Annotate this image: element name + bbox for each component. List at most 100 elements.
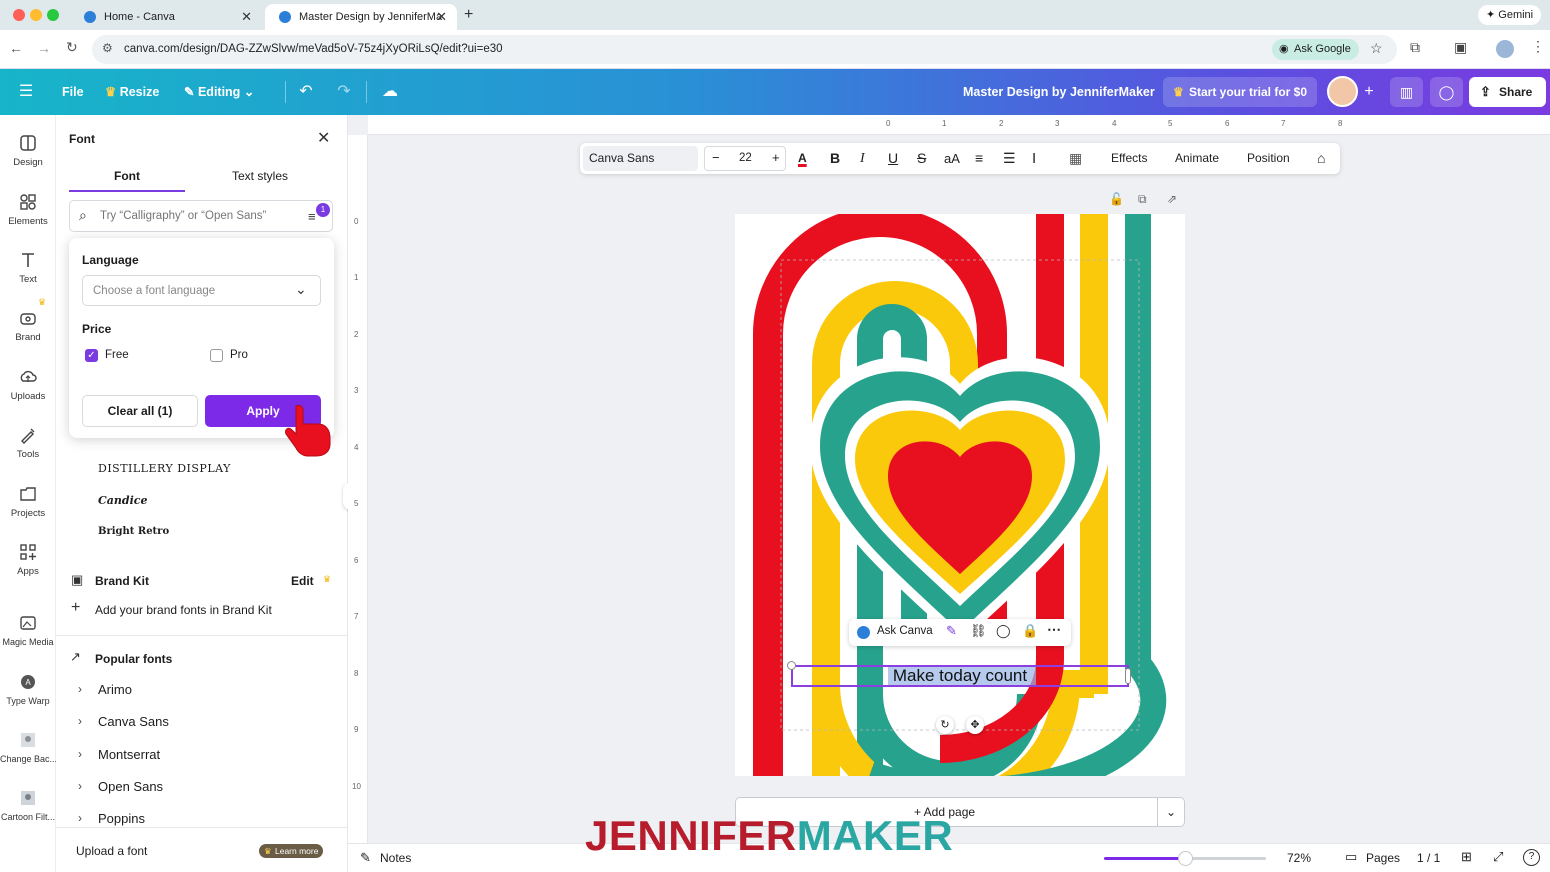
close-window-button[interactable]: [13, 9, 25, 21]
redo-icon[interactable]: ↷: [334, 82, 354, 102]
bold-icon[interactable]: B: [830, 143, 840, 174]
design-page[interactable]: [735, 214, 1185, 776]
filter-icon[interactable]: ≡: [308, 209, 316, 224]
clear-all-button[interactable]: Clear all (1): [82, 395, 198, 427]
font-size-value[interactable]: 22: [739, 152, 752, 164]
maximize-window-button[interactable]: [47, 9, 59, 21]
underline-icon[interactable]: U: [888, 143, 898, 174]
browser-tab-home[interactable]: Home - Canva ✕: [70, 4, 262, 30]
align-center-icon[interactable]: ≡: [975, 143, 983, 174]
list-item[interactable]: › Montserrat: [78, 745, 338, 765]
reload-icon[interactable]: ↻: [66, 39, 78, 56]
price-pro-checkbox[interactable]: Pro: [210, 349, 270, 363]
decrease-size-button[interactable]: −: [712, 150, 720, 165]
resize-handle[interactable]: [1125, 668, 1131, 684]
lock-page-icon[interactable]: 🔓: [1109, 192, 1124, 206]
font-search-input[interactable]: [100, 207, 300, 225]
resize-handle[interactable]: [787, 661, 796, 670]
close-tab-icon[interactable]: ✕: [241, 9, 252, 25]
url-field[interactable]: ⚙ canva.com/design/DAG-ZZwSlvw/meVad5oV-…: [92, 35, 1397, 64]
gemini-button[interactable]: ✦ Gemini: [1478, 5, 1542, 25]
help-icon[interactable]: ?: [1523, 849, 1540, 866]
browser-tab-design[interactable]: Master Design by JenniferMa ✕: [265, 4, 457, 30]
font-family-dropdown[interactable]: Canva Sans: [583, 146, 698, 171]
rail-item-projects[interactable]: Projects: [0, 485, 56, 519]
font-sample-candice[interactable]: Candice: [98, 494, 147, 507]
font-sample-bright-retro[interactable]: Bright Retro: [98, 526, 169, 537]
rail-item-magic-media[interactable]: Magic Media: [0, 614, 56, 647]
comments-icon[interactable]: ◯: [1430, 77, 1463, 107]
invite-plus-icon[interactable]: +: [1359, 82, 1379, 102]
resize-button[interactable]: ♛ Resize: [105, 69, 159, 115]
canvas-text[interactable]: Make today count: [793, 666, 1127, 686]
tab-font[interactable]: Font: [69, 162, 185, 192]
strikethrough-icon[interactable]: S: [917, 143, 926, 174]
add-page-icon[interactable]: ⇗: [1167, 192, 1177, 206]
rail-item-cartoon-filter[interactable]: Cartoon Filt...: [0, 789, 56, 822]
effects-button[interactable]: Effects: [1111, 143, 1147, 174]
new-tab-icon[interactable]: +: [464, 6, 473, 24]
letter-case-icon[interactable]: aA: [944, 143, 960, 174]
grid-view-icon[interactable]: ⊞: [1461, 849, 1472, 865]
rail-item-design[interactable]: Design: [0, 134, 56, 168]
rail-item-change-background[interactable]: Change Bac...: [0, 731, 56, 764]
list-icon[interactable]: ☰: [1003, 143, 1016, 174]
font-search-box[interactable]: ⌕ ≡ 1: [69, 200, 333, 232]
browser-menu-icon[interactable]: ⋮: [1531, 38, 1545, 55]
file-menu-button[interactable]: File: [62, 69, 84, 115]
spacing-icon[interactable]: Ⅰ: [1032, 143, 1036, 174]
list-item[interactable]: › Canva Sans: [78, 712, 338, 732]
duplicate-page-icon[interactable]: ⧉: [1138, 192, 1147, 207]
document-title[interactable]: Master Design by JenniferMaker: [963, 69, 1155, 115]
learn-more-badge[interactable]: ♛ Learn more: [259, 844, 324, 858]
selected-text-box[interactable]: Make today count: [787, 661, 1131, 687]
comment-add-icon[interactable]: ◯: [996, 623, 1011, 639]
list-item[interactable]: › Poppins: [78, 809, 338, 829]
close-panel-icon[interactable]: ✕: [317, 128, 330, 148]
fullscreen-icon[interactable]: ⤢: [1493, 849, 1503, 865]
tab-text-styles[interactable]: Text styles: [195, 162, 325, 192]
start-trial-button[interactable]: ♛ Start your trial for $0: [1163, 77, 1318, 107]
share-button[interactable]: ⇪ Share: [1469, 77, 1546, 107]
notes-button[interactable]: Notes: [380, 851, 411, 865]
close-tab-icon[interactable]: ✕: [436, 9, 447, 25]
rail-item-apps[interactable]: Apps: [0, 543, 56, 577]
zoom-slider[interactable]: [1104, 851, 1266, 866]
chevron-down-icon[interactable]: ⌄: [1166, 798, 1176, 826]
rail-item-uploads[interactable]: Uploads: [0, 368, 56, 402]
price-free-checkbox[interactable]: ✓ Free: [85, 349, 145, 363]
minimize-window-button[interactable]: [30, 9, 42, 21]
list-item[interactable]: › Open Sans: [78, 777, 338, 797]
upload-font-link[interactable]: Upload a font: [76, 844, 147, 858]
increase-size-button[interactable]: +: [772, 150, 780, 165]
text-color-icon[interactable]: A: [798, 143, 807, 174]
transparency-icon[interactable]: ▦: [1069, 143, 1082, 174]
user-avatar[interactable]: [1327, 76, 1358, 107]
rail-item-brand[interactable]: ♛ Brand: [0, 297, 56, 343]
rotate-icon[interactable]: ↻: [936, 716, 954, 734]
back-icon[interactable]: ←: [9, 40, 23, 56]
insights-chart-icon[interactable]: ▥: [1390, 77, 1423, 107]
brand-kit-edit-button[interactable]: Edit: [291, 574, 314, 588]
cast-icon[interactable]: ▣: [1454, 39, 1467, 56]
extensions-icon[interactable]: ⧉: [1410, 39, 1420, 56]
rail-item-elements[interactable]: Elements: [0, 193, 56, 227]
cloud-save-icon[interactable]: ☁: [380, 82, 400, 102]
position-button[interactable]: Position: [1247, 143, 1290, 174]
site-settings-icon[interactable]: ⚙: [102, 41, 113, 55]
magic-edit-icon[interactable]: ✎: [946, 623, 957, 639]
move-icon[interactable]: ✥: [966, 716, 984, 734]
font-language-select[interactable]: Choose a font language ⌄: [82, 275, 321, 306]
undo-icon[interactable]: ↶: [296, 82, 316, 102]
link-icon[interactable]: ⛓: [970, 623, 987, 639]
add-brand-fonts-link[interactable]: Add your brand fonts in Brand Kit: [95, 603, 272, 617]
list-item[interactable]: › Arimo: [78, 680, 338, 700]
rail-item-text[interactable]: Text: [0, 251, 56, 285]
bookmark-star-icon[interactable]: ☆: [1370, 40, 1383, 57]
font-sample-distillery[interactable]: DISTILLERY DISPLAY: [98, 462, 231, 475]
pages-button[interactable]: Pages: [1366, 851, 1400, 865]
editing-mode-button[interactable]: ✎ Editing ⌄: [184, 69, 254, 115]
animate-button[interactable]: Animate: [1175, 143, 1219, 174]
more-options-icon[interactable]: ⋯: [1047, 621, 1061, 638]
profile-avatar[interactable]: [1496, 40, 1514, 58]
